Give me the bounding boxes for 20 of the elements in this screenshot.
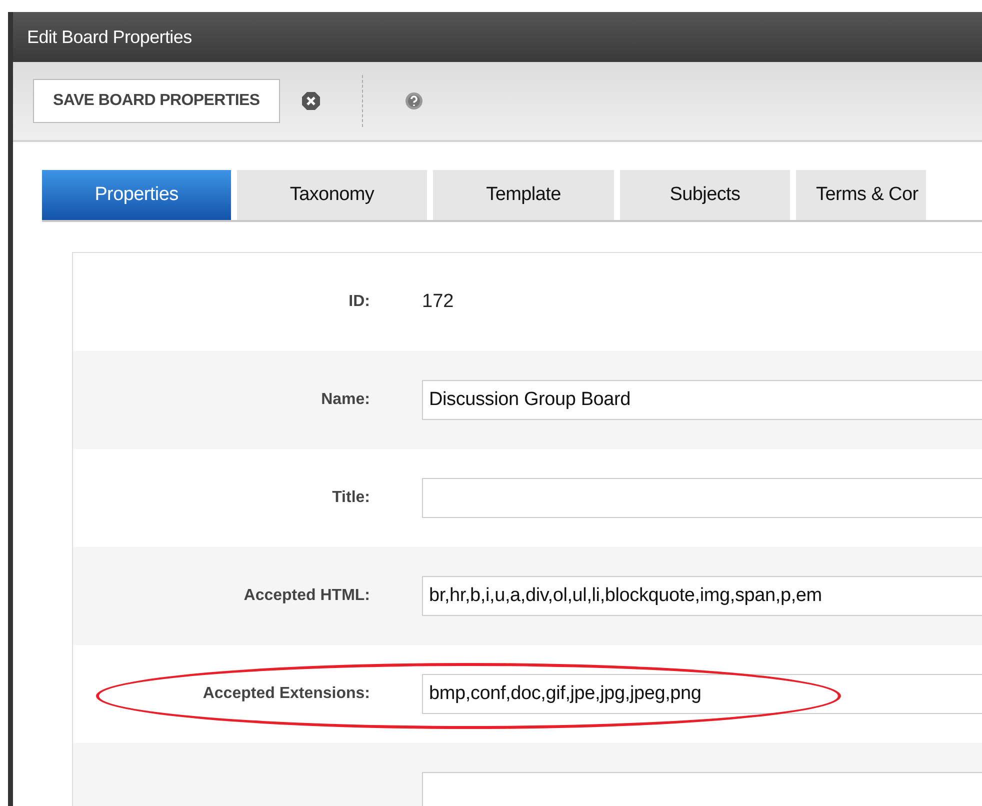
field-label: Accepted Extensions:	[202, 685, 370, 703]
text-field[interactable]	[422, 478, 982, 518]
field-label: Title:	[331, 489, 370, 507]
text-field[interactable]	[422, 772, 982, 806]
text-field[interactable]: br,hr,b,i,u,a,div,ol,ul,li,blockquote,img,span,p,em	[422, 576, 982, 616]
tab[interactable]: Subjects	[620, 170, 790, 220]
text-field[interactable]: bmp,conf,doc,gif,jpe,jpg,jpeg,png	[422, 674, 982, 714]
field-label: Accepted HTML:	[242, 587, 370, 605]
tab[interactable]: Terms & Cor	[796, 170, 926, 220]
field-label: Name:	[320, 391, 370, 409]
window-title: Edit Board Properties	[13, 12, 982, 62]
tab[interactable]: Taxonomy	[237, 170, 427, 220]
help-icon[interactable]	[404, 92, 423, 110]
text-field[interactable]: Discussion Group Board	[422, 380, 982, 420]
close-icon[interactable]	[302, 92, 320, 110]
tab[interactable]: Properties	[42, 170, 231, 220]
field-value: 172	[422, 291, 454, 313]
save-button[interactable]: SAVE BOARD PROPERTIES	[33, 79, 280, 123]
tab[interactable]: Template	[433, 170, 614, 220]
field-label: ID:	[348, 293, 370, 311]
